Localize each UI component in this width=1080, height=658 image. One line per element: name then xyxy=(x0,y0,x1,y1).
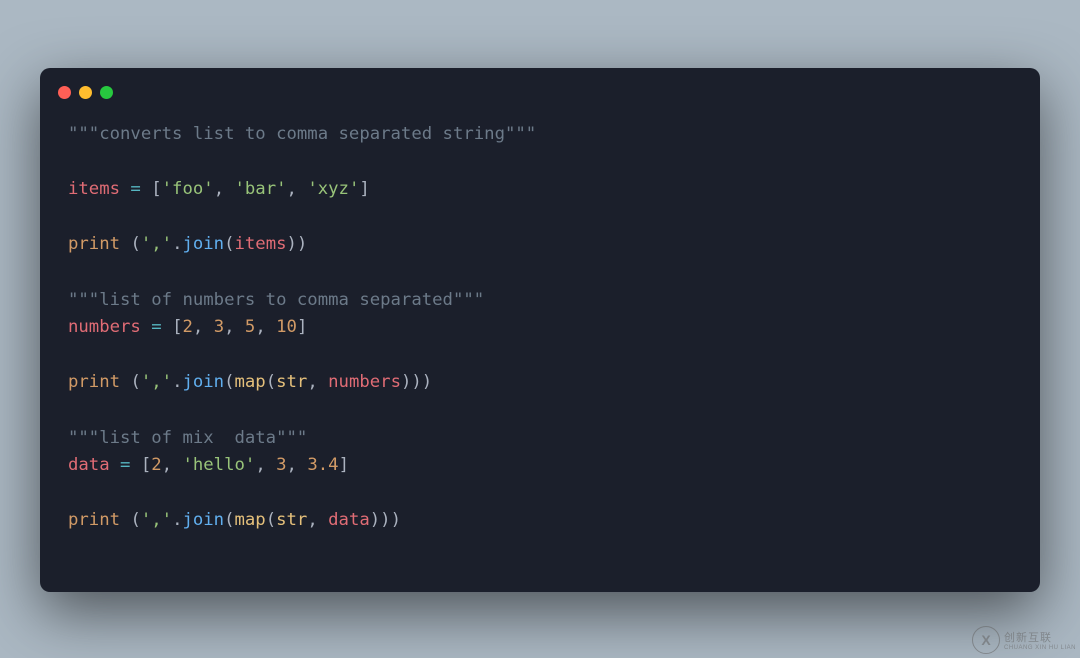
space xyxy=(120,510,130,530)
paren: )) xyxy=(287,234,308,254)
keyword-print: print xyxy=(68,510,120,530)
builtin-map: map xyxy=(235,510,266,530)
watermark-text: 创新互联 CHUANG XIN HU LIAN xyxy=(1004,629,1076,651)
paren: ( xyxy=(266,510,276,530)
bracket: [ xyxy=(172,317,182,337)
operator: = xyxy=(120,179,151,199)
dot: . xyxy=(172,234,182,254)
number: 10 xyxy=(276,317,297,337)
docstring: """converts list to comma separated stri… xyxy=(68,124,536,144)
paren: ( xyxy=(130,234,140,254)
variable: items xyxy=(68,179,120,199)
comma: , xyxy=(287,179,308,199)
variable: items xyxy=(235,234,287,254)
method-join: join xyxy=(182,510,224,530)
bracket: ] xyxy=(359,179,369,199)
comma: , xyxy=(255,317,276,337)
variable: data xyxy=(328,510,370,530)
comma: , xyxy=(193,317,214,337)
watermark-line2: CHUANG XIN HU LIAN xyxy=(1004,645,1076,651)
paren: ( xyxy=(266,372,276,392)
paren: ( xyxy=(224,234,234,254)
paren: ( xyxy=(224,372,234,392)
window-controls xyxy=(40,86,1040,99)
number: 3 xyxy=(276,455,286,475)
maximize-icon[interactable] xyxy=(100,86,113,99)
string: 'xyz' xyxy=(307,179,359,199)
method-join: join xyxy=(182,372,224,392)
paren: ( xyxy=(130,372,140,392)
number: 5 xyxy=(245,317,255,337)
comma: , xyxy=(214,179,235,199)
method-join: join xyxy=(182,234,224,254)
space xyxy=(120,234,130,254)
keyword-print: print xyxy=(68,372,120,392)
variable: data xyxy=(68,455,110,475)
string: 'foo' xyxy=(162,179,214,199)
dot: . xyxy=(172,510,182,530)
builtin-str: str xyxy=(276,510,307,530)
bracket: [ xyxy=(141,455,151,475)
number: 2 xyxy=(182,317,192,337)
builtin-str: str xyxy=(276,372,307,392)
dot: . xyxy=(172,372,182,392)
docstring: """list of mix data""" xyxy=(68,428,307,448)
code-window: """converts list to comma separated stri… xyxy=(40,68,1040,592)
string: 'hello' xyxy=(182,455,255,475)
code-block: """converts list to comma separated stri… xyxy=(40,121,1040,559)
comma: , xyxy=(307,372,328,392)
paren: ( xyxy=(224,510,234,530)
docstring: """list of numbers to comma separated""" xyxy=(68,290,484,310)
comma: , xyxy=(307,510,328,530)
bracket: [ xyxy=(151,179,161,199)
string: 'bar' xyxy=(235,179,287,199)
minimize-icon[interactable] xyxy=(79,86,92,99)
number: 3 xyxy=(214,317,224,337)
string: ',' xyxy=(141,510,172,530)
watermark: X 创新互联 CHUANG XIN HU LIAN xyxy=(972,626,1076,654)
keyword-print: print xyxy=(68,234,120,254)
paren: ( xyxy=(130,510,140,530)
comma: , xyxy=(224,317,245,337)
close-icon[interactable] xyxy=(58,86,71,99)
comma: , xyxy=(287,455,308,475)
bracket: ] xyxy=(339,455,349,475)
space xyxy=(120,372,130,392)
watermark-line1: 创新互联 xyxy=(1004,629,1076,645)
builtin-map: map xyxy=(235,372,266,392)
string: ',' xyxy=(141,234,172,254)
variable: numbers xyxy=(68,317,141,337)
bracket: ] xyxy=(297,317,307,337)
operator: = xyxy=(141,317,172,337)
operator: = xyxy=(110,455,141,475)
comma: , xyxy=(162,455,183,475)
number: 3.4 xyxy=(307,455,338,475)
watermark-logo-icon: X xyxy=(972,626,1000,654)
number: 2 xyxy=(151,455,161,475)
paren: ))) xyxy=(370,510,401,530)
comma: , xyxy=(255,455,276,475)
paren: ))) xyxy=(401,372,432,392)
variable: numbers xyxy=(328,372,401,392)
string: ',' xyxy=(141,372,172,392)
